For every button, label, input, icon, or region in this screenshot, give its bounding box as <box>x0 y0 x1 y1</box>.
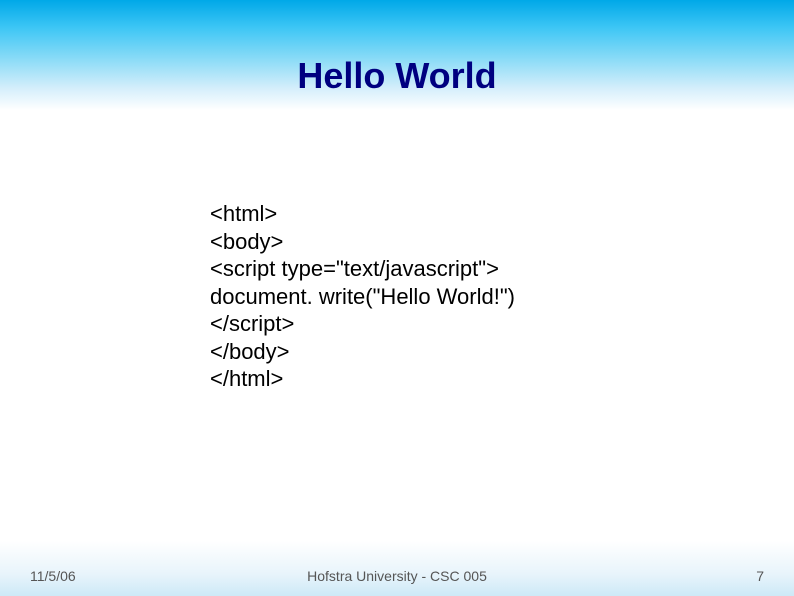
code-line: </body> <box>210 338 515 366</box>
code-line: <script type="text/javascript"> <box>210 255 515 283</box>
code-line: </script> <box>210 310 515 338</box>
footer-page-number: 7 <box>756 568 764 584</box>
slide-title: Hello World <box>0 55 794 97</box>
code-line: </html> <box>210 365 515 393</box>
code-line: <html> <box>210 200 515 228</box>
code-line: <body> <box>210 228 515 256</box>
footer-center: Hofstra University - CSC 005 <box>0 568 794 584</box>
code-sample: <html> <body> <script type="text/javascr… <box>210 200 515 393</box>
code-line: document. write("Hello World!") <box>210 283 515 311</box>
